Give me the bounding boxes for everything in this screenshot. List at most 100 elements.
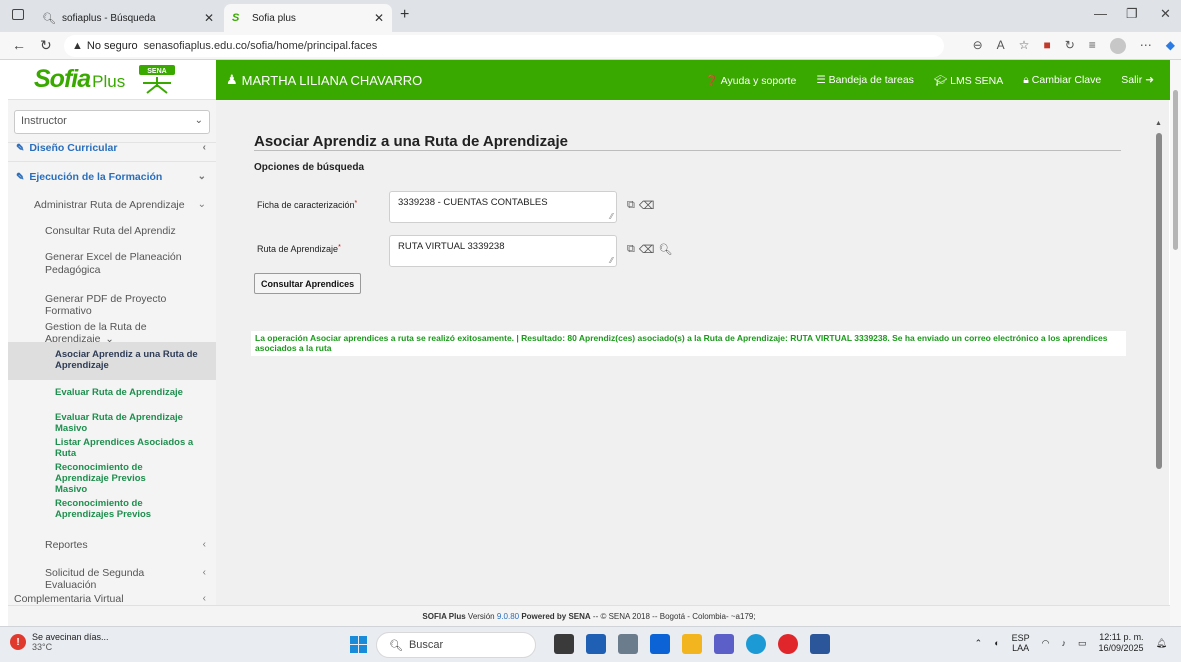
refresh-extension-icon[interactable]: ↻ [1065, 38, 1075, 54]
battery-icon[interactable]: ▭ [1078, 638, 1087, 649]
back-icon[interactable]: ← [12, 37, 26, 53]
copy-icon[interactable]: ⧉ [627, 199, 635, 212]
sidebar-item-complementaria-virtual[interactable]: Complementaria Virtual ‹ [8, 593, 216, 605]
word-icon[interactable] [810, 634, 830, 654]
ficha-field[interactable]: 3339238 - CUENTAS CONTABLES ⁄⁄ [389, 191, 617, 223]
resize-grip-icon[interactable]: ⁄⁄ [610, 256, 613, 265]
sidebar-item-generar-pdf[interactable]: Generar PDF de Proyecto Formativo [8, 293, 216, 317]
taskbar-search[interactable]: 🔍︎ Buscar [376, 632, 536, 658]
sidebar-item-ejecucion[interactable]: ✎ Ejecución de la Formación ⌄ [8, 171, 216, 183]
user-icon: ♟ [226, 72, 238, 87]
reload-icon[interactable]: ↻ [40, 37, 52, 54]
windows-start-icon[interactable] [350, 636, 367, 653]
extension-icon[interactable]: ■ [1043, 38, 1050, 54]
amazon-app-icon[interactable] [618, 634, 638, 654]
close-icon[interactable]: ✕ [204, 11, 214, 25]
sidebar-item-reconocimiento-masivo[interactable]: Reconocimiento de Aprendizaje Previos Ma… [8, 462, 216, 495]
sidebar-item-administrar-ruta[interactable]: Administrar Ruta de Aprendizaje ⌄ [8, 199, 216, 211]
close-icon[interactable]: ✕ [374, 11, 384, 25]
minimize-icon[interactable]: — [1094, 6, 1107, 21]
browser-tab-strip: 🔍︎ sofiaplus - Búsqueda ✕ S Sofia plus ✕… [0, 0, 1181, 32]
sidebar-item-evaluar-ruta[interactable]: Evaluar Ruta de Aprendizaje [8, 387, 216, 398]
favorite-star-icon[interactable]: ☆ [1019, 38, 1030, 54]
page-scrollbar-thumb[interactable] [1173, 90, 1178, 250]
resize-grip-icon[interactable]: ⁄⁄ [610, 212, 613, 221]
opera-icon[interactable] [778, 634, 798, 654]
ficha-field-value: 3339238 - CUENTAS CONTABLES [398, 197, 548, 208]
clear-icon[interactable]: ⌫ [639, 243, 655, 256]
scroll-up-icon[interactable]: ▲ [1155, 120, 1162, 127]
weather-widget[interactable]: ! Se avecinan días... 33°C [10, 632, 109, 652]
ficha-label-text: Ficha de caracterización [257, 200, 355, 210]
read-aloud-icon[interactable]: A [997, 38, 1005, 54]
content-scrollbar[interactable]: ▲ [1153, 100, 1169, 605]
logout-link[interactable]: Salir ➜ [1121, 74, 1154, 87]
new-tab-icon[interactable]: + [400, 6, 409, 24]
lms-link[interactable]: 🎓︎ LMS SENA [934, 74, 1003, 87]
sidebar-item-consultar-ruta[interactable]: Consultar Ruta del Aprendiz [8, 225, 216, 237]
sofia-plus-logo[interactable]: Sofia Plus SENA [8, 60, 216, 100]
help-link[interactable]: ❓ Ayuda y soporte [705, 74, 796, 87]
search-icon[interactable]: 🔍︎ [658, 243, 672, 256]
browser-tab-sofia[interactable]: S Sofia plus ✕ [224, 4, 392, 32]
sofia-favicon-icon: S [232, 12, 240, 24]
user-name: ♟ MARTHA LILIANA CHAVARRO [226, 72, 422, 88]
sidebar-item-diseno-curricular[interactable]: ✎ Diseño Curricular ‹ [8, 142, 216, 154]
sidebar-item-listar-aprendices[interactable]: Listar Aprendices Asociados a Ruta [8, 437, 216, 459]
footer-version[interactable]: 9.0.80 [497, 612, 519, 621]
change-password-link[interactable]: 🔒︎ Cambiar Clave [1023, 74, 1101, 87]
success-message: La operación Asociar aprendices a ruta s… [251, 331, 1126, 356]
sidebar-item-label: Asociar Aprendiz a una Ruta de Aprendiza… [55, 349, 198, 371]
search-icon: 🔍︎ [42, 12, 56, 25]
edge-icon[interactable] [746, 634, 766, 654]
not-secure-label: No seguro [86, 40, 138, 52]
tasks-link[interactable]: ☰ Bandeja de tareas [816, 74, 914, 87]
clock[interactable]: 12:11 p. m. 16/09/2025 [1099, 632, 1144, 654]
file-explorer-icon[interactable] [682, 634, 702, 654]
sidebar-item-label: Diseño Curricular [29, 142, 118, 154]
tab-actions-icon[interactable] [12, 9, 24, 20]
window-close-icon[interactable]: ✕ [1160, 6, 1171, 22]
copy-icon[interactable]: ⧉ [627, 243, 635, 256]
sidebar-item-segunda-evaluacion[interactable]: Solicitud de Segunda Evaluación ‹ [8, 567, 216, 591]
chevron-left-icon: ‹ [202, 539, 206, 550]
logo-plus-text: Plus [92, 71, 126, 91]
zoom-icon[interactable]: ⊖ [973, 38, 983, 54]
page-scrollbar[interactable] [1170, 60, 1181, 626]
wifi-icon[interactable]: ◠ [1042, 638, 1050, 649]
role-select-value: Instructor [21, 115, 67, 127]
notification-icon[interactable]: 🔔︎ [1156, 638, 1167, 649]
consultar-aprendices-button[interactable]: Consultar Aprendices [254, 273, 362, 294]
language-indicator[interactable]: ESP LAA [1012, 633, 1030, 653]
dropbox-icon[interactable] [650, 634, 670, 654]
url-input[interactable]: ▲ No seguro senasofiaplus.edu.co/sofia/h… [64, 35, 944, 57]
restore-icon[interactable]: ❐ [1126, 6, 1138, 22]
more-icon[interactable]: ⋯ [1140, 38, 1152, 54]
taskbar-search-placeholder: Buscar [408, 639, 444, 651]
volume-icon[interactable]: ♪ [1062, 638, 1067, 648]
ruta-field[interactable]: RUTA VIRTUAL 3339238 ⁄⁄ [389, 235, 617, 267]
copilot-icon[interactable]: ◆ [1166, 38, 1175, 54]
chevron-up-icon[interactable]: ⌃ [975, 638, 983, 649]
teams-icon[interactable] [714, 634, 734, 654]
sidebar-item-reconocimiento-previos[interactable]: Reconocimiento de Aprendizajes Previos [8, 498, 216, 520]
help-icon: ❓ [705, 74, 719, 87]
sidebar-item-label: Reportes [45, 539, 88, 551]
profile-avatar[interactable] [1109, 38, 1126, 54]
browser-tab-search[interactable]: 🔍︎ sofiaplus - Búsqueda ✕ [34, 4, 222, 32]
scrollbar-thumb[interactable] [1156, 133, 1162, 469]
clear-icon[interactable]: ⌫ [639, 199, 655, 212]
role-select[interactable]: Instructor ⌄ [14, 110, 210, 134]
lock-icon: 🔒︎ [1023, 73, 1029, 86]
edit-icon: ✎ [16, 143, 25, 154]
task-view-icon[interactable] [554, 634, 574, 654]
store-icon[interactable] [586, 634, 606, 654]
sidebar-item-generar-excel[interactable]: Generar Excel de Planeación Pedagógica [8, 251, 216, 277]
search-icon: 🔍︎ [389, 639, 403, 652]
sidebar-item-evaluar-ruta-masivo[interactable]: Evaluar Ruta de Aprendizaje Masivo [8, 412, 216, 434]
sidebar-item-reportes[interactable]: Reportes ‹ [8, 539, 216, 551]
favorites-list-icon[interactable]: ≡ [1089, 38, 1096, 54]
app-tray-icon[interactable]: ◐ [994, 638, 999, 648]
sidebar-item-asociar-aprendiz[interactable]: Asociar Aprendiz a una Ruta de Aprendiza… [8, 342, 216, 380]
sena-logo-text: SENA [147, 68, 166, 75]
